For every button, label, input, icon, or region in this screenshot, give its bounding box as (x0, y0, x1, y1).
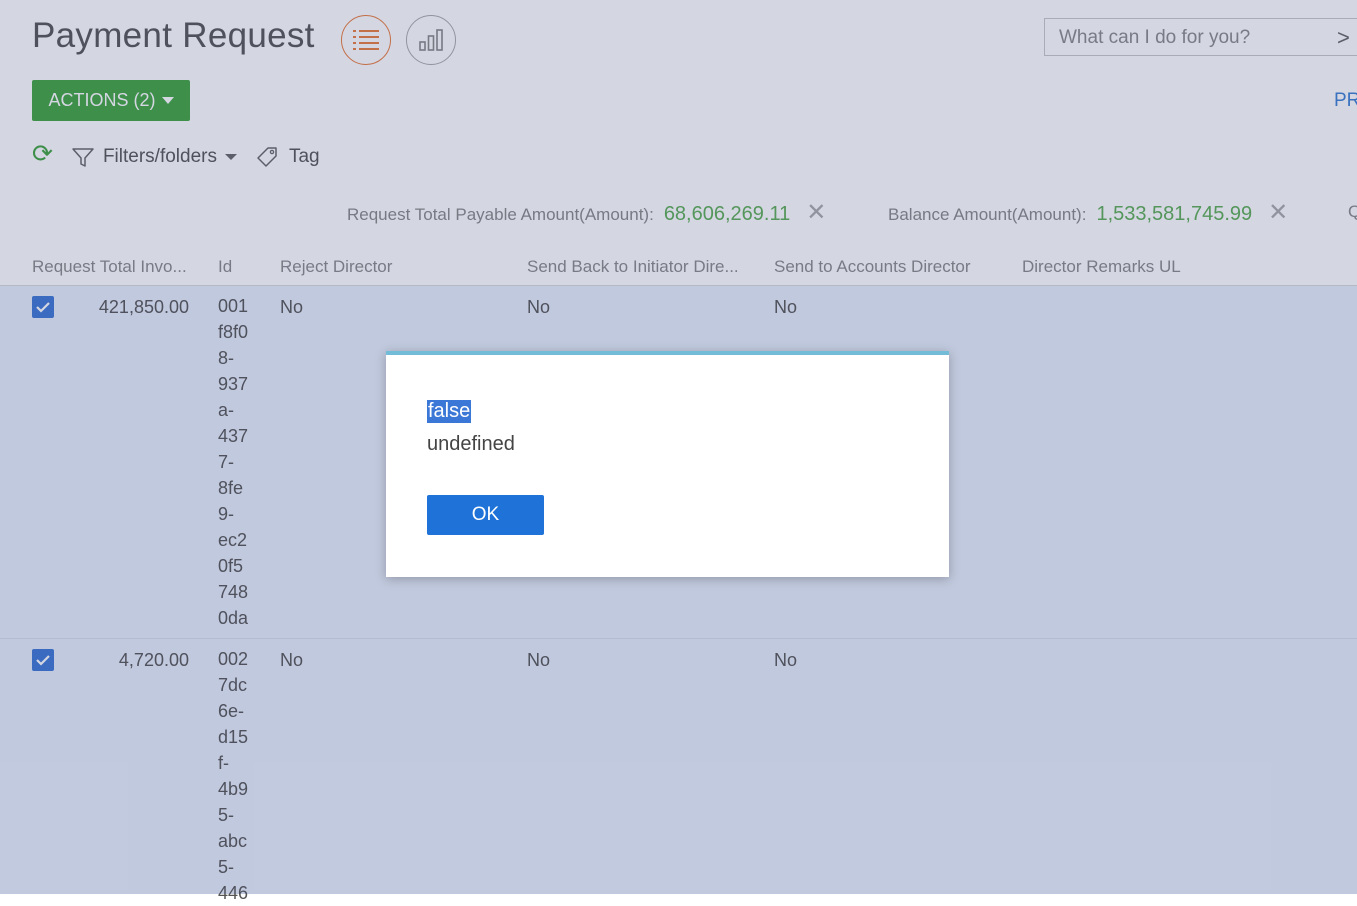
ok-button[interactable]: OK (427, 495, 544, 535)
page: Payment Request > ACTIONS (2) PR ⟳ (0, 0, 1357, 903)
dialog-message-line1: false (427, 400, 472, 423)
dialog-message-line2: undefined (427, 433, 515, 455)
alert-dialog: false undefined OK (386, 351, 949, 577)
